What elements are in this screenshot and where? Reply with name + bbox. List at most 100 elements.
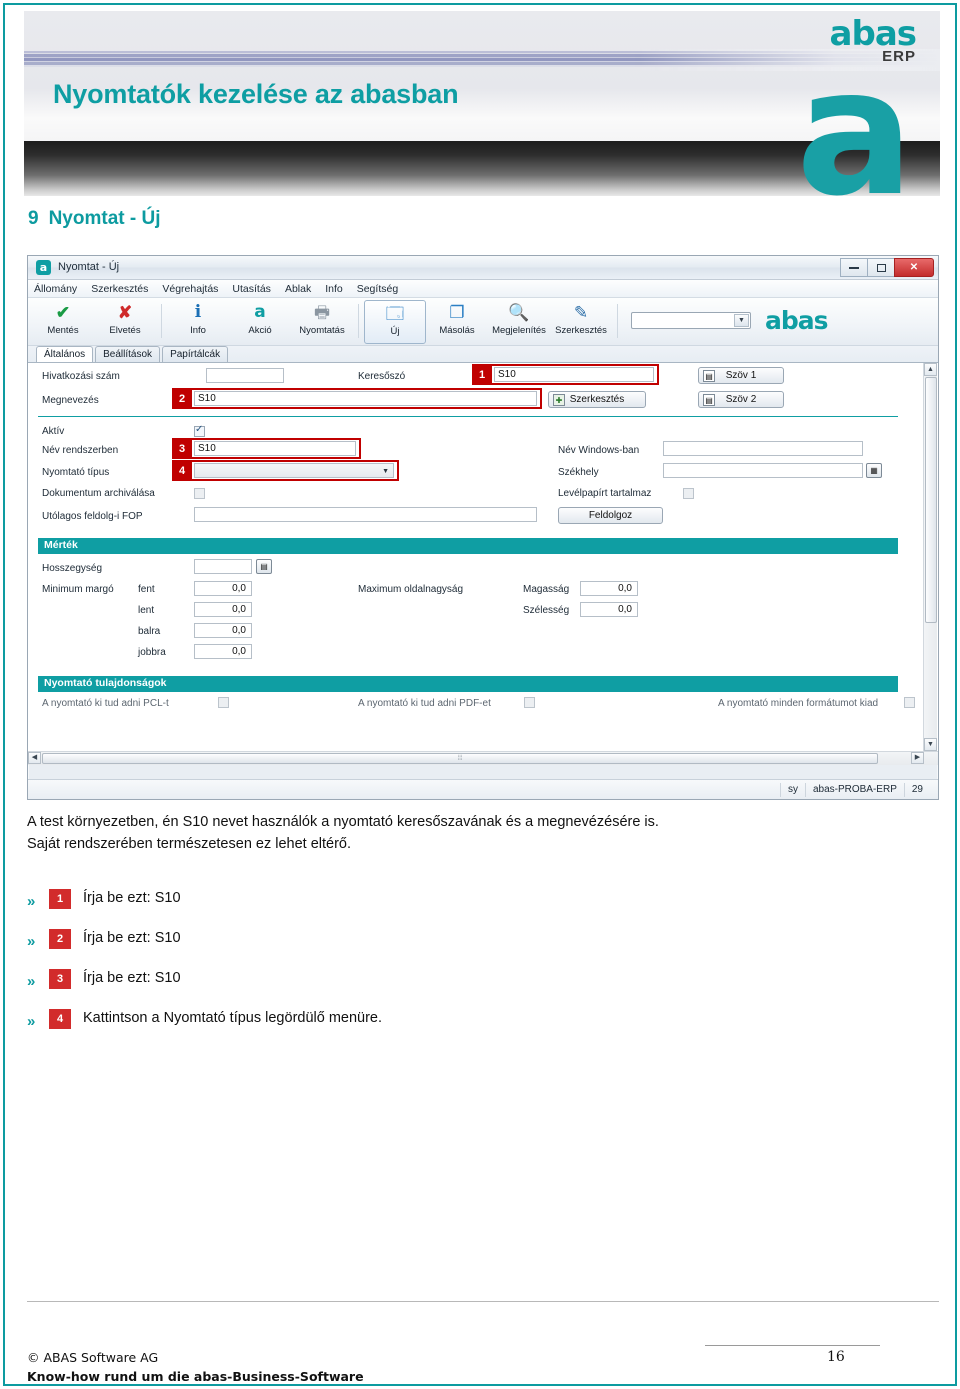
scroll-left-arrow-icon[interactable]: ◀ bbox=[28, 752, 41, 764]
label-minimum-margo: Minimum margó bbox=[42, 584, 114, 595]
highlight-box-kerososzo bbox=[490, 364, 659, 385]
menu-item-info[interactable]: Info bbox=[325, 283, 343, 295]
scroll-down-arrow-icon[interactable]: ▼ bbox=[924, 738, 937, 751]
menu-item-szerkesztes[interactable]: Szerkesztés bbox=[91, 283, 148, 295]
step-badge: 1 bbox=[49, 889, 71, 909]
band-mertek: Mérték bbox=[38, 538, 898, 554]
toolbar-button-szerkesztes[interactable]: ✎ Szerkesztés bbox=[550, 300, 612, 344]
step-text: Írja be ezt: S10 bbox=[83, 930, 181, 946]
body-paragraph: A test környezetben, én S10 nevet haszná… bbox=[27, 814, 659, 852]
label-utolagos-fop: Utólagos feldolg-i FOP bbox=[42, 511, 143, 522]
highlight-box-nyomtato-tipus bbox=[190, 460, 399, 481]
checkbox-property-all-formats[interactable] bbox=[904, 697, 915, 708]
toolbar-button-megjelenites[interactable]: 🔍 Megjelenítés bbox=[488, 300, 550, 344]
input-magassag[interactable]: 0,0 bbox=[580, 581, 638, 596]
step-text: Kattintson a Nyomtató típus legördülő me… bbox=[83, 1010, 383, 1026]
form-vertical-scrollbar[interactable]: ▲ ▼ bbox=[923, 363, 937, 765]
input-nev-windows[interactable] bbox=[663, 441, 863, 456]
button-feldolgoz[interactable]: Feldolgoz bbox=[558, 507, 663, 524]
menu-item-segitseg[interactable]: Segítség bbox=[357, 283, 398, 295]
copy-icon: ❐ bbox=[449, 303, 465, 322]
input-margin-balra[interactable]: 0,0 bbox=[194, 623, 252, 638]
button-label: Szerkesztés bbox=[569, 394, 625, 405]
scroll-up-arrow-icon[interactable]: ▲ bbox=[924, 363, 937, 376]
callout-badge-3: 3 bbox=[172, 438, 192, 459]
status-count: 29 bbox=[903, 782, 930, 797]
tab-altalanos[interactable]: Általános bbox=[36, 346, 94, 362]
toolbar-button-mentes[interactable]: ✔ Mentés bbox=[32, 300, 94, 344]
section-title: Nyomtat - Új bbox=[48, 208, 161, 229]
button-szov1[interactable]: ▤ Szöv 1 bbox=[698, 367, 784, 384]
new-window-icon: 🗔 bbox=[385, 304, 405, 323]
document-icon: ▤ bbox=[703, 370, 715, 382]
step-badge: 2 bbox=[49, 929, 71, 949]
label-levelpapir: Levélpapírt tartalmaz bbox=[558, 488, 652, 499]
window-titlebar: a Nyomtat - Új ✕ bbox=[28, 256, 938, 280]
input-hosszegyseg[interactable] bbox=[194, 559, 252, 574]
chevron-right-icon: » bbox=[27, 933, 36, 950]
toolbar-button-uj[interactable]: 🗔 Új bbox=[364, 300, 426, 344]
input-hivatkozasi-szam[interactable] bbox=[206, 368, 284, 383]
input-szekhely[interactable] bbox=[663, 463, 863, 478]
vertical-scroll-thumb[interactable] bbox=[925, 377, 937, 623]
toolbar-button-nyomtatas[interactable]: 🖶 Nyomtatás bbox=[291, 300, 353, 344]
checkbox-property-pcl[interactable] bbox=[218, 697, 229, 708]
highlight-box-nev-rendszerben bbox=[190, 438, 361, 459]
steps-list: » 1 Írja be ezt: S10 » 2 Írja be ezt: S1… bbox=[27, 885, 727, 1045]
toolbar-button-akcio[interactable]: a Akció bbox=[229, 300, 291, 344]
button-szerkesztes[interactable]: ✚ Szerkesztés bbox=[548, 391, 646, 408]
toolbar-label: Szerkesztés bbox=[555, 325, 607, 336]
tab-papirtalcak[interactable]: Papírtálcák bbox=[162, 346, 229, 362]
footer-copyright: © ABAS Software AG bbox=[27, 1350, 159, 1365]
pencil-edit-icon: ✎ bbox=[573, 303, 589, 322]
toolbar-separator bbox=[161, 304, 162, 338]
menu-item-vegrehajtas[interactable]: Végrehajtás bbox=[162, 283, 218, 295]
footer-divider bbox=[27, 1301, 939, 1302]
banner-title: Nyomtatók kezelése az abasban bbox=[53, 79, 459, 109]
checkmark-icon: ✔ bbox=[55, 303, 71, 322]
callout-badge-4: 4 bbox=[172, 460, 192, 481]
input-szelesseg[interactable]: 0,0 bbox=[580, 602, 638, 617]
page-number: 16 bbox=[827, 1349, 845, 1365]
menu-item-allomany[interactable]: Állomány bbox=[34, 283, 77, 295]
tab-beallitasok[interactable]: Beállítások bbox=[95, 346, 161, 362]
toolbar-button-info[interactable]: i Info bbox=[167, 300, 229, 344]
toolbar-combo[interactable]: ▼ bbox=[631, 312, 751, 329]
form-horizontal-scrollbar[interactable]: ◀ ⦙⦙⦙ ▶ bbox=[28, 751, 938, 765]
toolbar-label: Info bbox=[190, 325, 206, 336]
tab-bar: Általános Beállítások Papírtálcák bbox=[28, 346, 938, 363]
minimize-button[interactable] bbox=[840, 258, 868, 277]
toolbar-button-elvetes[interactable]: ✘ Elvetés bbox=[94, 300, 156, 344]
toolbar-abas-logo: abas bbox=[765, 306, 829, 335]
magnifier-icon: 🔍 bbox=[508, 303, 530, 322]
step-item: » 4 Kattintson a Nyomtató típus legördül… bbox=[27, 1005, 727, 1045]
checkbox-aktiv[interactable] bbox=[194, 424, 205, 437]
checkbox-dokumentum-archivalasa[interactable] bbox=[194, 488, 205, 499]
status-user: sy bbox=[779, 782, 805, 797]
toolbar-label: Új bbox=[390, 326, 400, 337]
label-magassag: Magasság bbox=[523, 584, 570, 595]
checkbox-levelpapir[interactable] bbox=[683, 488, 694, 499]
chevron-down-icon[interactable]: ▼ bbox=[734, 314, 749, 327]
toolbar-label: Másolás bbox=[439, 325, 475, 336]
input-utolagos-fop[interactable] bbox=[194, 507, 537, 522]
horizontal-scroll-thumb[interactable]: ⦙⦙⦙ bbox=[42, 753, 878, 764]
checkbox-property-pdf[interactable] bbox=[524, 697, 535, 708]
unit-picker-icon-button[interactable]: ▤ bbox=[256, 559, 272, 574]
menu-item-utasitas[interactable]: Utasítás bbox=[232, 283, 271, 295]
button-szov2[interactable]: ▤ Szöv 2 bbox=[698, 391, 784, 408]
printer-icon: 🖶 bbox=[313, 303, 331, 322]
close-button[interactable]: ✕ bbox=[894, 258, 934, 277]
input-margin-lent[interactable]: 0,0 bbox=[194, 602, 252, 617]
input-margin-jobbra[interactable]: 0,0 bbox=[194, 644, 252, 659]
input-margin-fent[interactable]: 0,0 bbox=[194, 581, 252, 596]
scroll-right-arrow-icon[interactable]: ▶ bbox=[911, 752, 924, 764]
menu-item-ablak[interactable]: Ablak bbox=[285, 283, 311, 295]
step-text: Írja be ezt: S10 bbox=[83, 890, 181, 906]
step-badge: 3 bbox=[49, 969, 71, 989]
application-window-screenshot: a Nyomtat - Új ✕ Állomány Szerkesztés Vé… bbox=[27, 255, 939, 800]
toolbar-button-masolas[interactable]: ❐ Másolás bbox=[426, 300, 488, 344]
maximize-button[interactable] bbox=[867, 258, 895, 277]
lookup-icon-button-szekhely[interactable]: ▦ bbox=[866, 463, 882, 478]
window-title: Nyomtat - Új bbox=[58, 261, 120, 273]
